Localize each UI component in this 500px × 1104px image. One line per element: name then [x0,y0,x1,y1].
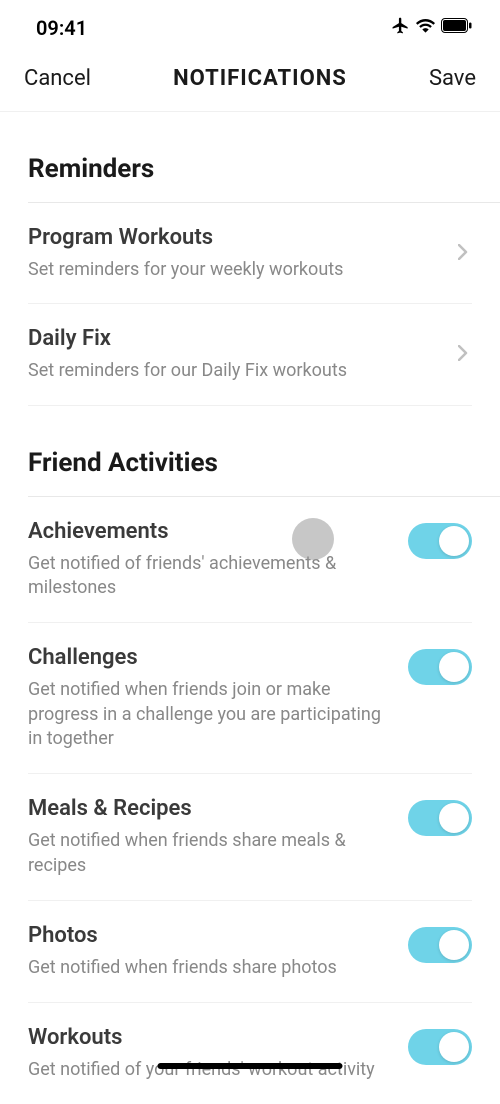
activity-text: Photos Get notified when friends share p… [28,923,388,980]
friend-activities-section-title: Friend Activities [28,448,472,478]
activity-title: Achievements [28,519,388,544]
activity-challenges: Challenges Get notified when friends joi… [28,623,472,774]
activity-achievements: Achievements Get notified of friends' ac… [28,497,472,624]
photos-toggle[interactable] [408,927,472,963]
reminder-title: Daily Fix [28,326,454,351]
battery-icon [441,18,472,37]
status-icons [391,16,472,39]
activity-text: Achievements Get notified of friends' ac… [28,519,388,601]
activity-title: Photos [28,923,388,948]
cancel-button[interactable]: Cancel [24,66,91,91]
activity-text: Workouts Get notified of your friends' w… [28,1025,388,1082]
reminder-text: Program Workouts Set reminders for your … [28,225,454,281]
workouts-toggle[interactable] [408,1029,472,1065]
nav-header: Cancel NOTIFICATIONS Save [0,50,500,112]
activity-meals-recipes: Meals & Recipes Get notified when friend… [28,774,472,901]
wifi-icon [416,18,435,37]
reminder-text: Daily Fix Set reminders for our Daily Fi… [28,326,454,382]
challenges-toggle[interactable] [408,649,472,685]
activity-title: Challenges [28,645,388,670]
touch-indicator [292,518,334,560]
reminder-title: Program Workouts [28,225,454,250]
activity-title: Meals & Recipes [28,796,388,821]
meals-recipes-toggle[interactable] [408,800,472,836]
status-time: 09:41 [36,16,87,40]
home-indicator[interactable] [158,1063,343,1069]
page-title: NOTIFICATIONS [173,66,347,91]
activity-desc: Get notified of friends' achievements & … [28,552,388,601]
status-bar: 09:41 [0,0,500,50]
chevron-right-icon [454,241,472,266]
activity-text: Challenges Get notified when friends joi… [28,645,388,751]
airplane-mode-icon [391,16,410,39]
reminder-desc: Set reminders for your weekly workouts [28,258,454,281]
activity-photos: Photos Get notified when friends share p… [28,901,472,1003]
activity-text: Meals & Recipes Get notified when friend… [28,796,388,878]
save-button[interactable]: Save [429,66,476,91]
chevron-right-icon [454,342,472,367]
reminder-program-workouts[interactable]: Program Workouts Set reminders for your … [28,203,472,304]
activity-workouts: Workouts Get notified of your friends' w… [28,1003,472,1104]
activity-desc: Get notified when friends share photos [28,956,388,980]
activity-desc: Get notified when friends join or make p… [28,678,388,751]
reminders-section-title: Reminders [28,154,472,184]
activity-desc: Get notified when friends share meals & … [28,829,388,878]
content: Reminders Program Workouts Set reminders… [0,154,500,1104]
reminder-desc: Set reminders for our Daily Fix workouts [28,359,454,382]
activity-title: Workouts [28,1025,388,1050]
achievements-toggle[interactable] [408,523,472,559]
activity-desc: Get notified of your friends' workout ac… [28,1058,388,1082]
reminder-daily-fix[interactable]: Daily Fix Set reminders for our Daily Fi… [28,304,472,405]
